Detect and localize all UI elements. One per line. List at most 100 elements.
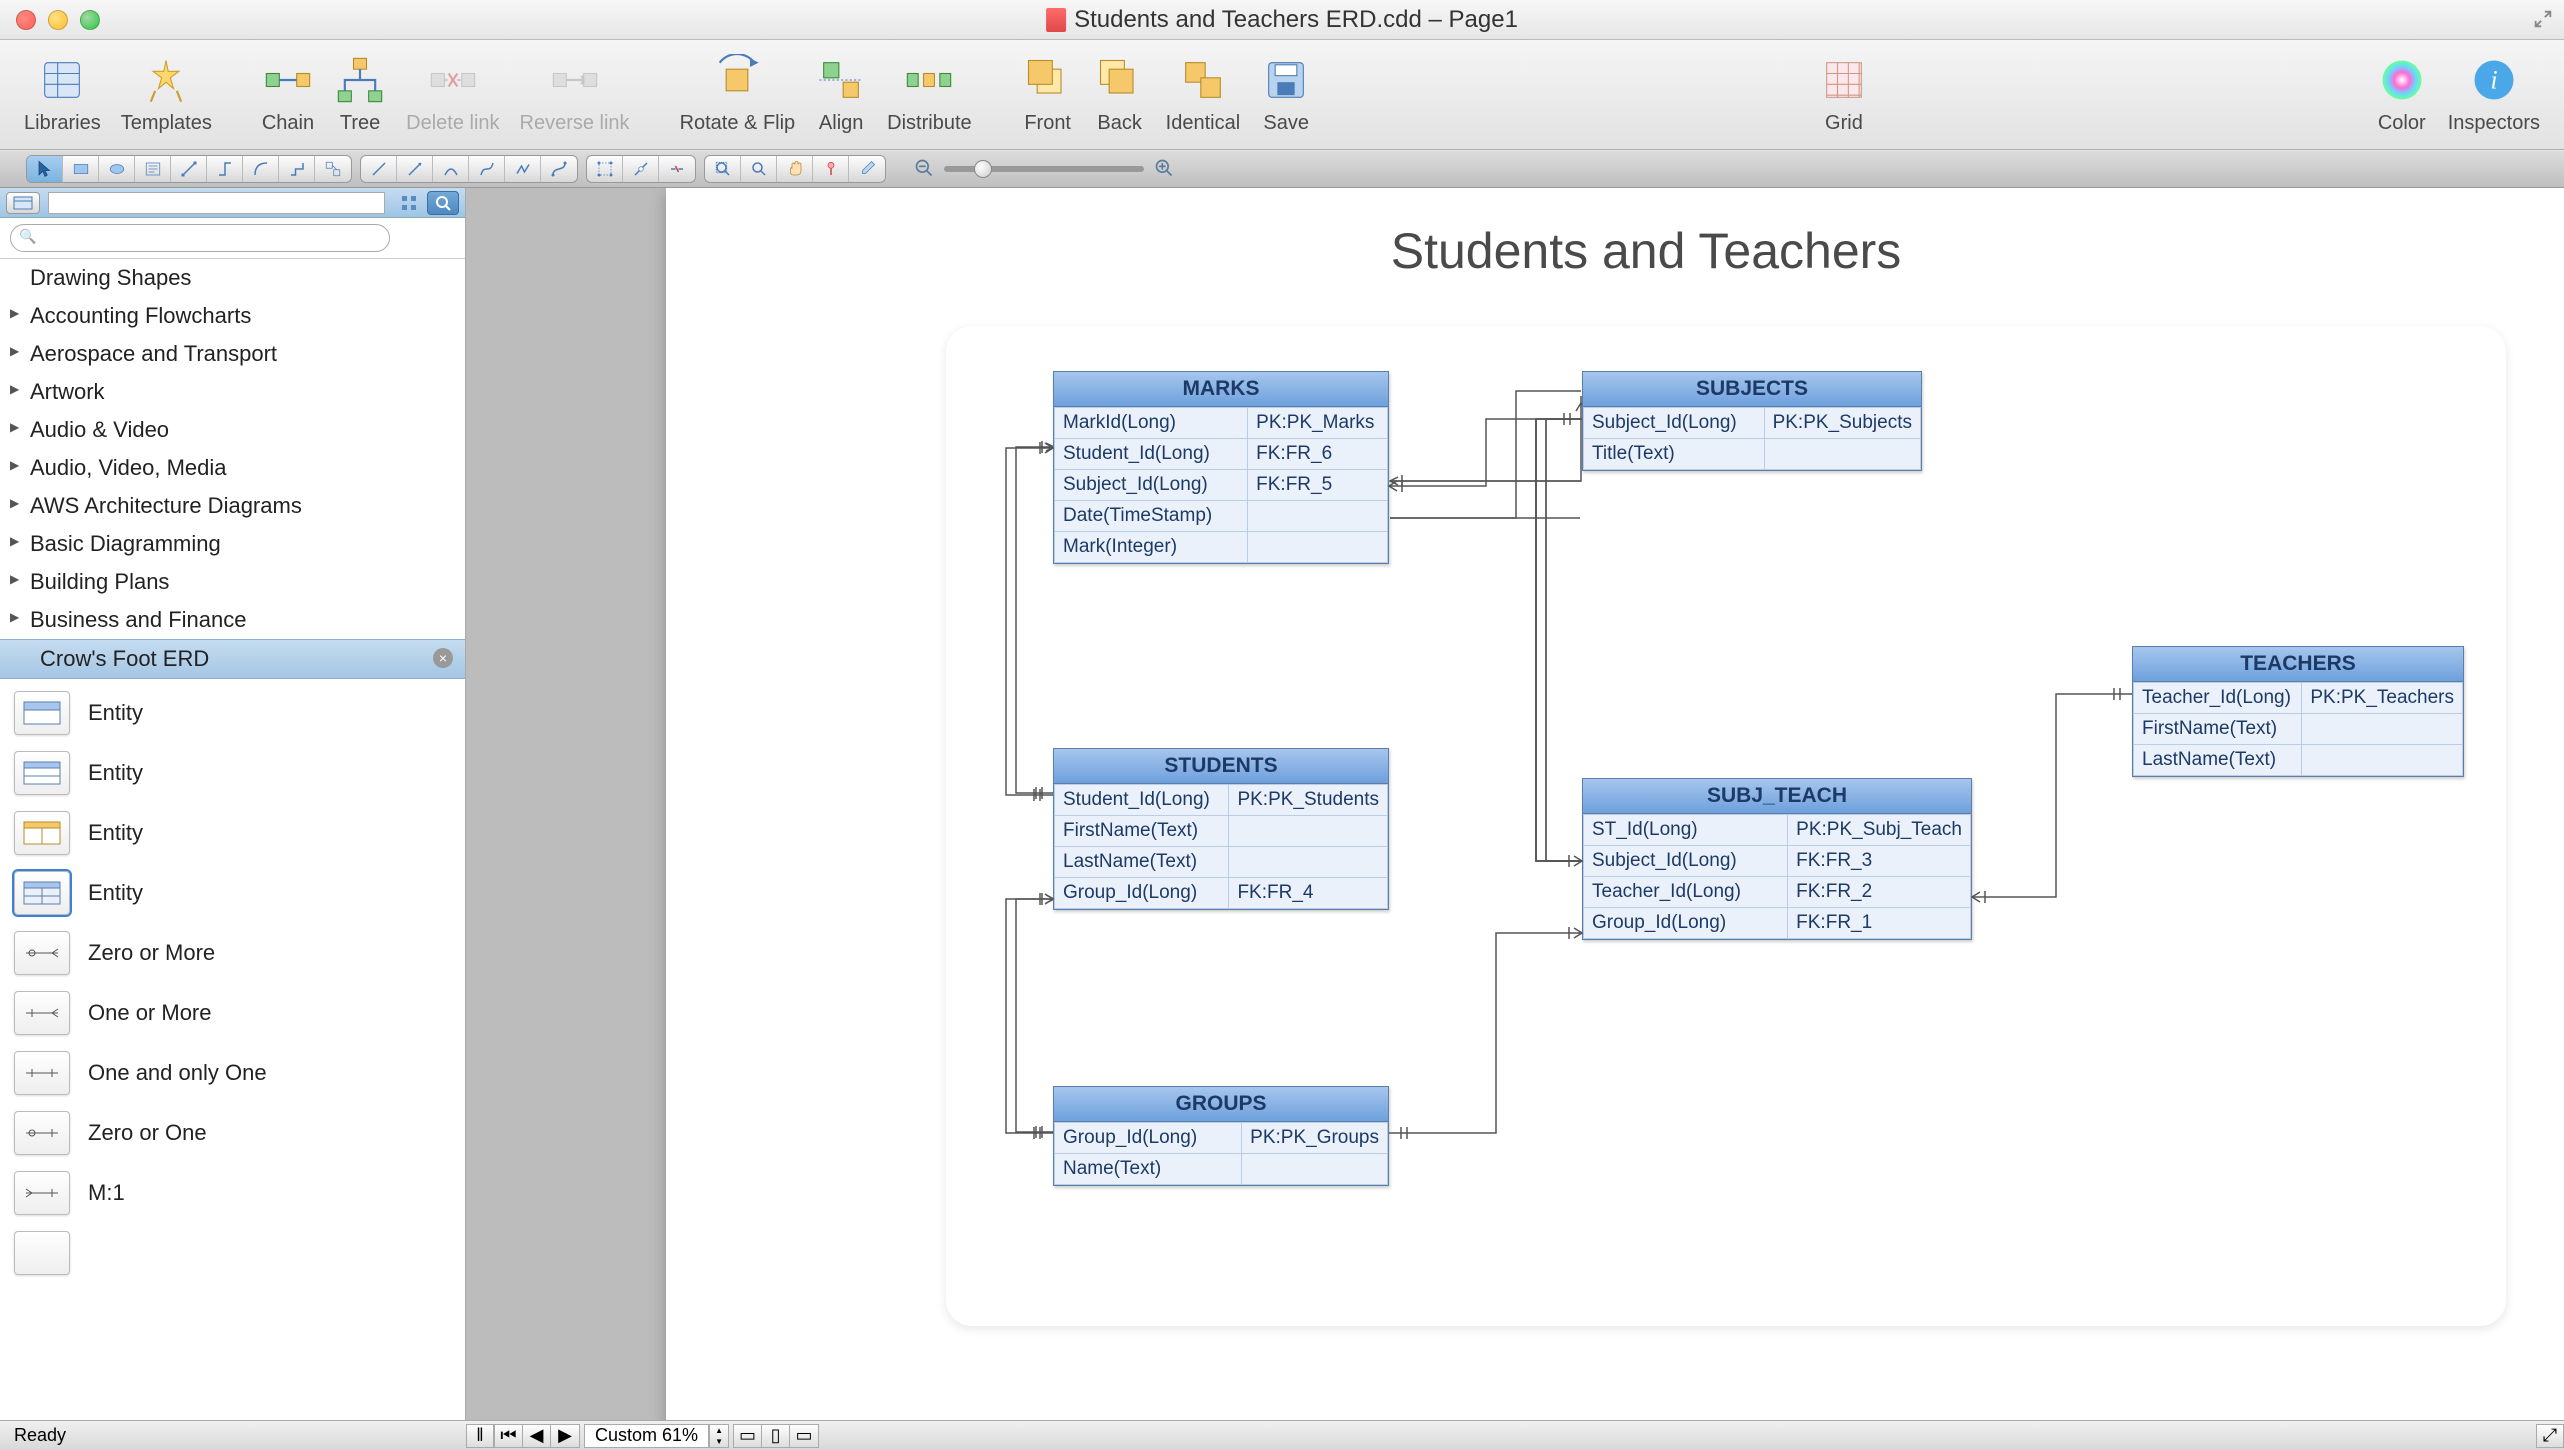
rotate-flip-button[interactable]: Rotate & Flip bbox=[670, 50, 806, 139]
tree-button[interactable]: Tree bbox=[324, 50, 396, 139]
grid-button[interactable]: Grid bbox=[1808, 50, 1880, 139]
libraries-button[interactable]: Libraries bbox=[14, 50, 111, 139]
zoom-slider[interactable] bbox=[944, 166, 1144, 172]
canvas[interactable]: Students and Teachers bbox=[466, 188, 2564, 1420]
next-page-button[interactable]: ▶ bbox=[551, 1425, 579, 1447]
connector-tool-2[interactable] bbox=[207, 156, 243, 182]
zoom-in-icon[interactable] bbox=[1154, 158, 1174, 181]
entity-subjects[interactable]: SUBJECTS Subject_Id(Long)PK:PK_Subjects … bbox=[1582, 371, 1922, 471]
pointer-tool[interactable] bbox=[27, 156, 63, 182]
zoom-value[interactable]: Custom 61% bbox=[584, 1424, 709, 1448]
close-window-button[interactable] bbox=[16, 10, 36, 30]
zoom-out-icon[interactable] bbox=[914, 158, 934, 181]
inspectors-button[interactable]: i Inspectors bbox=[2438, 50, 2550, 139]
color-button[interactable]: Color bbox=[2366, 50, 2438, 139]
field: MarkId(Long) bbox=[1055, 408, 1248, 439]
shape-entity-3[interactable]: Entity bbox=[0, 803, 465, 863]
view-tools bbox=[704, 155, 886, 183]
line-tool-2[interactable] bbox=[397, 156, 433, 182]
shape-one-and-only-one[interactable]: One and only One bbox=[0, 1043, 465, 1103]
selection-tools bbox=[26, 155, 352, 183]
save-button[interactable]: Save bbox=[1250, 50, 1322, 139]
sidebar-grid-view[interactable] bbox=[393, 191, 425, 215]
category-basic-diagramming[interactable]: Basic Diagramming bbox=[0, 525, 465, 563]
tool-label: Save bbox=[1263, 112, 1309, 135]
distribute-button[interactable]: Distribute bbox=[877, 50, 981, 139]
identical-button[interactable]: Identical bbox=[1156, 50, 1251, 139]
text-tool[interactable] bbox=[135, 156, 171, 182]
entity-teachers[interactable]: TEACHERS Teacher_Id(Long)PK:PK_Teachers … bbox=[2132, 646, 2464, 777]
templates-button[interactable]: Templates bbox=[111, 50, 222, 139]
first-page-button[interactable]: ⏮ bbox=[495, 1425, 523, 1447]
category-audio-video[interactable]: Audio & Video bbox=[0, 411, 465, 449]
chain-button[interactable]: Chain bbox=[252, 50, 324, 139]
category-building-plans[interactable]: Building Plans bbox=[0, 563, 465, 601]
delete-link-button[interactable]: Delete link bbox=[396, 50, 509, 139]
view-mode-3[interactable]: ▭ bbox=[790, 1425, 818, 1447]
connector-tool-1[interactable] bbox=[171, 156, 207, 182]
edit-points-tool[interactable] bbox=[587, 156, 623, 182]
category-aerospace-transport[interactable]: Aerospace and Transport bbox=[0, 335, 465, 373]
pin-tool[interactable] bbox=[813, 156, 849, 182]
zoom-tool[interactable] bbox=[741, 156, 777, 182]
arc-tool[interactable] bbox=[433, 156, 469, 182]
line-tool-1[interactable] bbox=[361, 156, 397, 182]
zoom-region-tool[interactable] bbox=[705, 156, 741, 182]
pan-tool[interactable] bbox=[777, 156, 813, 182]
ellipse-tool[interactable] bbox=[99, 156, 135, 182]
connector-tool-3[interactable] bbox=[243, 156, 279, 182]
zoom-window-button[interactable] bbox=[80, 10, 100, 30]
shape-m-1[interactable]: M:1 bbox=[0, 1163, 465, 1223]
prev-page-button[interactable]: ◀ bbox=[523, 1425, 551, 1447]
shape-one-or-more[interactable]: One or More bbox=[0, 983, 465, 1043]
front-button[interactable]: Front bbox=[1012, 50, 1084, 139]
connector-tool-5[interactable] bbox=[315, 156, 351, 182]
shape-entity-4[interactable]: Entity bbox=[0, 863, 465, 923]
fullscreen-icon[interactable] bbox=[2532, 8, 2554, 30]
sidebar-search-view[interactable] bbox=[427, 191, 459, 215]
rect-tool[interactable] bbox=[63, 156, 99, 182]
spline-tool[interactable] bbox=[469, 156, 505, 182]
expand-button[interactable]: ⤢ bbox=[2536, 1424, 2564, 1448]
category-accounting-flowcharts[interactable]: Accounting Flowcharts bbox=[0, 297, 465, 335]
shape-entity-1[interactable]: Entity bbox=[0, 683, 465, 743]
category-close-icon[interactable]: × bbox=[433, 648, 453, 668]
category-drawing-shapes[interactable]: Drawing Shapes bbox=[0, 259, 465, 297]
back-icon bbox=[1094, 54, 1146, 106]
entity-students[interactable]: STUDENTS Student_Id(Long)PK:PK_Students … bbox=[1053, 748, 1389, 910]
reverse-link-button[interactable]: Reverse link bbox=[510, 50, 640, 139]
shape-entity-2[interactable]: Entity bbox=[0, 743, 465, 803]
entity-marks[interactable]: MARKS MarkId(Long)PK:PK_Marks Student_Id… bbox=[1053, 371, 1389, 564]
category-artwork[interactable]: Artwork bbox=[0, 373, 465, 411]
eyedropper-tool[interactable] bbox=[849, 156, 885, 182]
shape-label: Entity bbox=[88, 880, 143, 906]
shape-extra[interactable] bbox=[0, 1223, 465, 1283]
diagram-title: Students and Teachers bbox=[1391, 222, 1902, 280]
break-tool[interactable] bbox=[659, 156, 695, 182]
split-view-button[interactable]: ‖ bbox=[466, 1424, 494, 1448]
sidebar-filter-input[interactable] bbox=[48, 192, 385, 214]
view-mode-2[interactable]: ▯ bbox=[762, 1425, 790, 1447]
sidebar-libraries-tab[interactable] bbox=[6, 192, 40, 214]
shape-zero-or-one[interactable]: Zero or One bbox=[0, 1103, 465, 1163]
connector-tool-4[interactable] bbox=[279, 156, 315, 182]
polyline-tool[interactable] bbox=[505, 156, 541, 182]
back-button[interactable]: Back bbox=[1084, 50, 1156, 139]
zoom-stepper[interactable]: ▲▼ bbox=[709, 1424, 729, 1448]
tool-label: Front bbox=[1024, 112, 1071, 135]
edit-segment-tool[interactable] bbox=[623, 156, 659, 182]
category-audio-video-media[interactable]: Audio, Video, Media bbox=[0, 449, 465, 487]
category-business-finance[interactable]: Business and Finance bbox=[0, 601, 465, 639]
key bbox=[1248, 532, 1388, 563]
minimize-window-button[interactable] bbox=[48, 10, 68, 30]
sidebar-search-input[interactable] bbox=[10, 224, 390, 252]
zoom-slider-knob[interactable] bbox=[974, 160, 992, 178]
bezier-tool[interactable] bbox=[541, 156, 577, 182]
category-crows-foot-erd[interactable]: Crow's Foot ERD × bbox=[0, 639, 465, 679]
view-mode-1[interactable]: ▭ bbox=[734, 1425, 762, 1447]
entity-groups[interactable]: GROUPS Group_Id(Long)PK:PK_Groups Name(T… bbox=[1053, 1086, 1389, 1186]
entity-subjteach[interactable]: SUBJ_TEACH ST_Id(Long)PK:PK_Subj_Teach S… bbox=[1582, 778, 1972, 940]
align-button[interactable]: Align bbox=[805, 50, 877, 139]
category-aws[interactable]: AWS Architecture Diagrams bbox=[0, 487, 465, 525]
shape-zero-or-more[interactable]: Zero or More bbox=[0, 923, 465, 983]
